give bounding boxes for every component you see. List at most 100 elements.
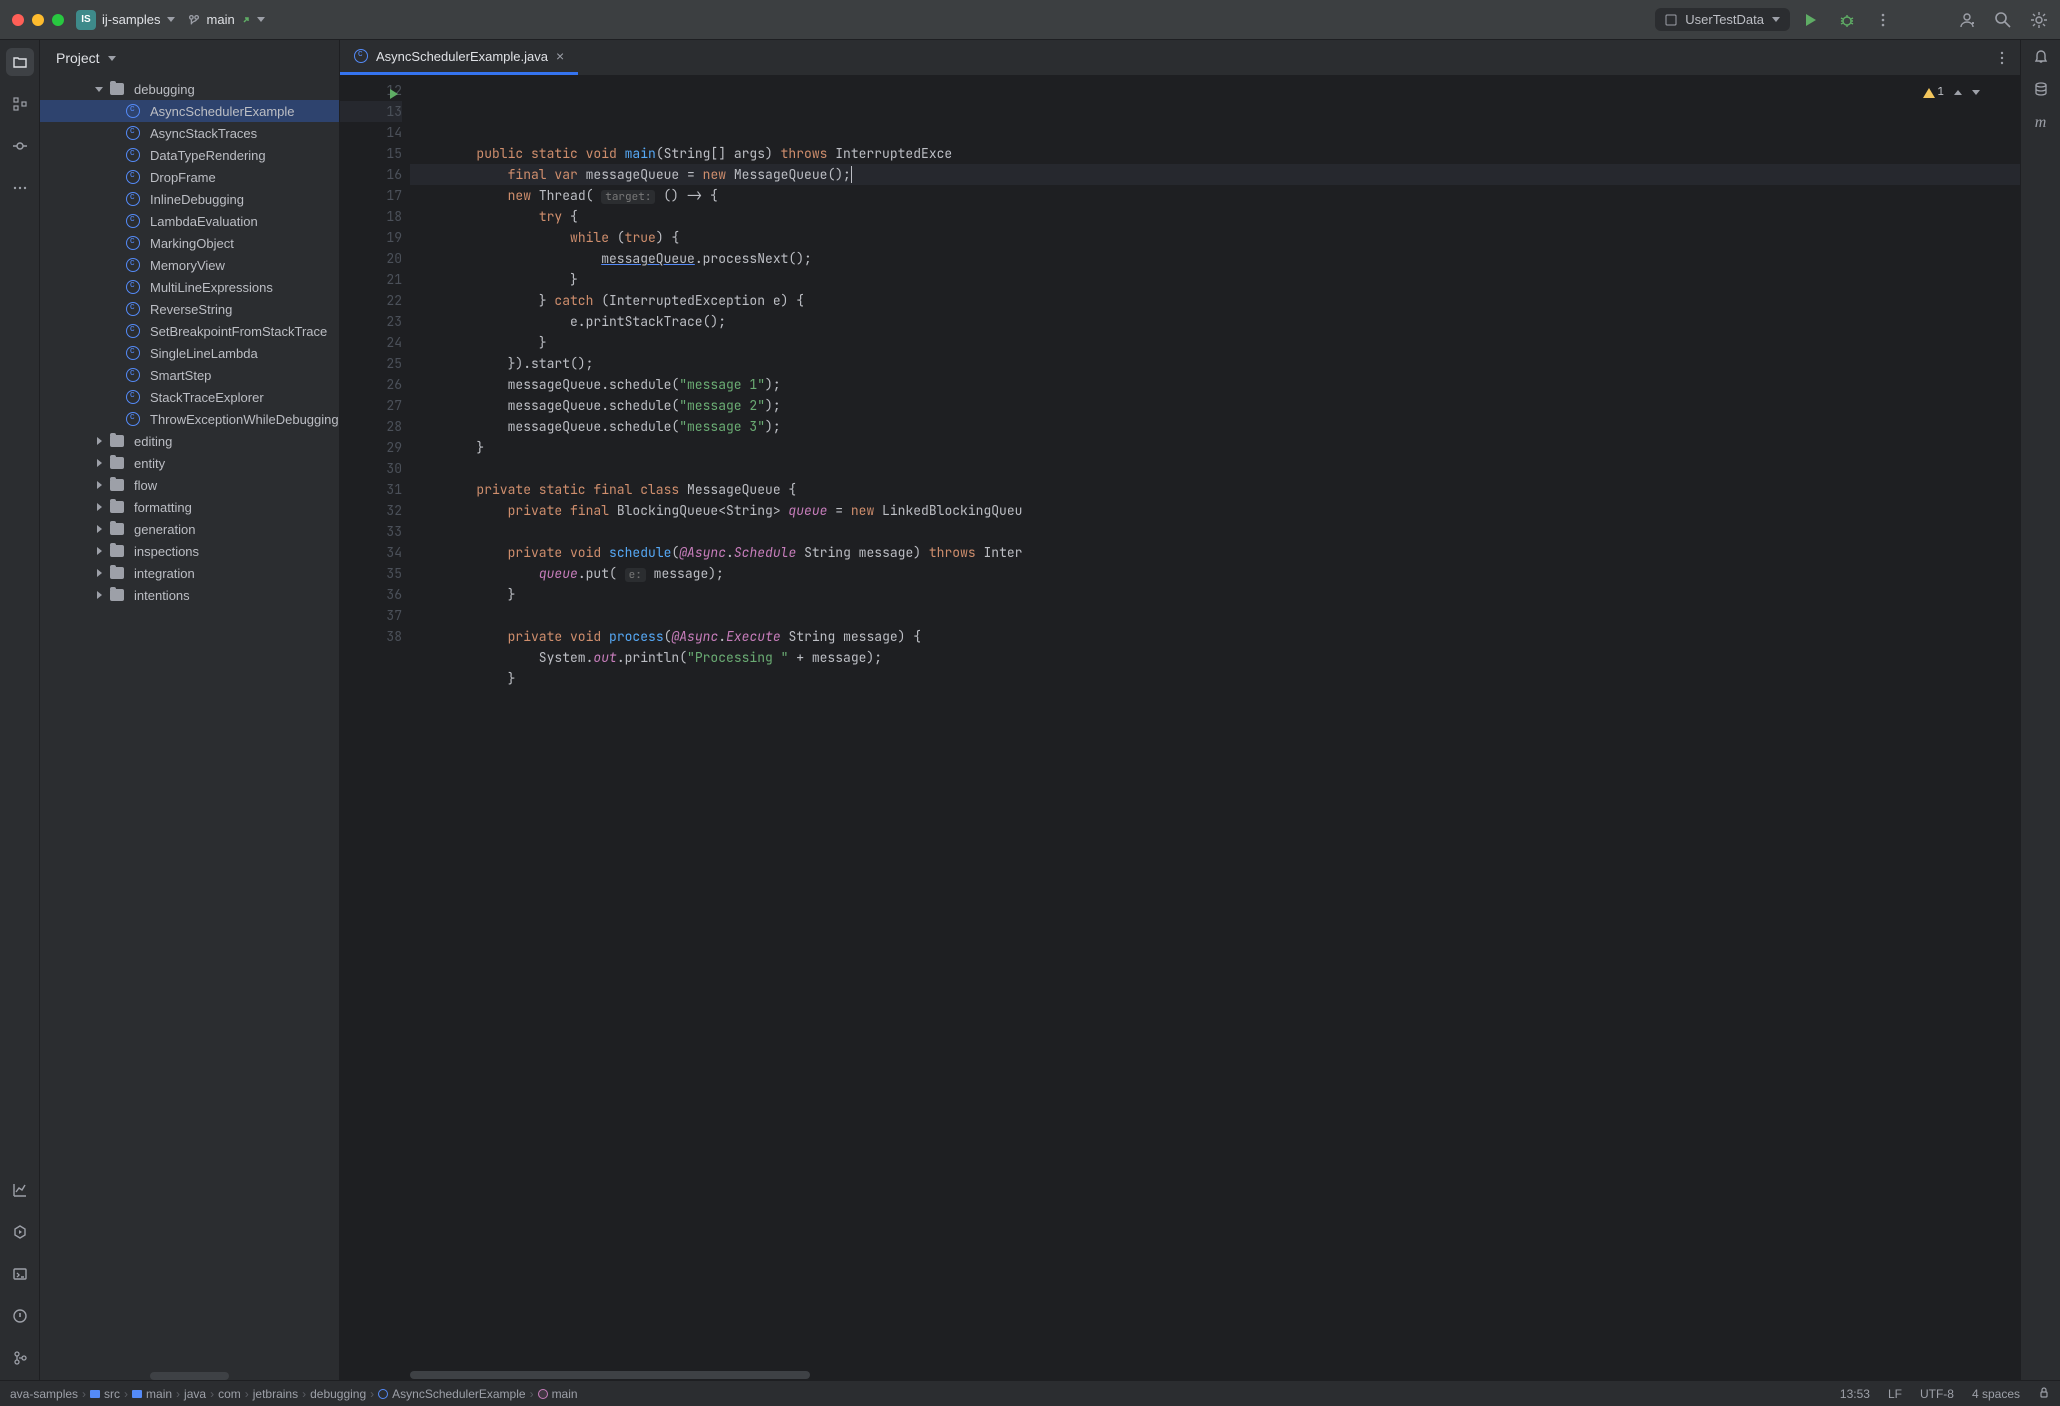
commit-tool-button[interactable]	[6, 132, 34, 160]
next-highlight-button[interactable]	[1972, 90, 1980, 95]
code-line[interactable]: private static final class MessageQueue …	[410, 479, 2020, 500]
code-line[interactable]	[410, 521, 2020, 542]
profiler-tool-button[interactable]	[6, 1176, 34, 1204]
maximize-window-button[interactable]	[52, 14, 64, 26]
code-line[interactable]: public static void main(String[] args) t…	[410, 143, 2020, 164]
code-editor[interactable]: 1213141516171819202122232425262728293031…	[340, 76, 2020, 1370]
tree-class-item[interactable]: InlineDebugging	[40, 188, 339, 210]
code-line[interactable]: private void schedule(@Async.Schedule St…	[410, 542, 2020, 563]
code-line[interactable]: final var messageQueue = new MessageQueu…	[410, 164, 2020, 185]
code-line[interactable]: }	[410, 437, 2020, 458]
services-tool-button[interactable]	[6, 1218, 34, 1246]
breadcrumb-item[interactable]: com	[218, 1387, 241, 1401]
code-line[interactable]: while (true) {	[410, 227, 2020, 248]
database-tool-button[interactable]	[2033, 81, 2049, 100]
line-gutter[interactable]: 1213141516171819202122232425262728293031…	[340, 76, 410, 1370]
tree-class-item[interactable]: MarkingObject	[40, 232, 339, 254]
project-panel-header[interactable]: Project	[40, 40, 339, 76]
close-tab-button[interactable]: ×	[556, 48, 564, 64]
code-line[interactable]: }	[410, 269, 2020, 290]
tree-folder-item[interactable]: formatting	[40, 496, 339, 518]
code-line[interactable]: private void process(@Async.Execute Stri…	[410, 626, 2020, 647]
tree-class-item[interactable]: SetBreakpointFromStackTrace	[40, 320, 339, 342]
settings-button[interactable]	[2030, 11, 2048, 29]
code-line[interactable]: }	[410, 584, 2020, 605]
code-line[interactable]: private final BlockingQueue<String> queu…	[410, 500, 2020, 521]
code-line[interactable]: messageQueue.schedule("message 3");	[410, 416, 2020, 437]
breadcrumb-item[interactable]: src	[90, 1387, 120, 1401]
code-line[interactable]: }	[410, 668, 2020, 689]
tree-class-item[interactable]: ReverseString	[40, 298, 339, 320]
breadcrumb-item[interactable]: main	[538, 1387, 578, 1401]
horizontal-scrollbar[interactable]	[150, 1372, 229, 1380]
tab-options-button[interactable]	[1984, 40, 2020, 75]
tree-class-item[interactable]: StackTraceExplorer	[40, 386, 339, 408]
debug-button[interactable]	[1838, 11, 1856, 29]
tree-folder-item[interactable]: generation	[40, 518, 339, 540]
code-line[interactable]: messageQueue.processNext();	[410, 248, 2020, 269]
editor-horizontal-scrollbar[interactable]	[340, 1370, 2020, 1380]
run-button[interactable]	[1802, 11, 1820, 29]
tree-folder-item[interactable]: inspections	[40, 540, 339, 562]
tree-class-item[interactable]: MultiLineExpressions	[40, 276, 339, 298]
breadcrumb-item[interactable]: java	[184, 1387, 206, 1401]
breadcrumb-item[interactable]: jetbrains	[253, 1387, 298, 1401]
breadcrumb-item[interactable]: AsyncSchedulerExample	[378, 1387, 525, 1401]
tree-folder-debugging[interactable]: debugging	[40, 78, 339, 100]
code-line[interactable]: }	[410, 332, 2020, 353]
tree-class-item[interactable]: DataTypeRendering	[40, 144, 339, 166]
inspection-widget[interactable]: 1	[1923, 82, 1980, 103]
breadcrumb-item[interactable]: main	[132, 1387, 172, 1401]
project-tool-button[interactable]	[6, 48, 34, 76]
tree-class-item[interactable]: ThrowExceptionWhileDebugging	[40, 408, 339, 430]
breadcrumb-item[interactable]: debugging	[310, 1387, 366, 1401]
vcs-tool-button[interactable]	[6, 1344, 34, 1372]
prev-highlight-button[interactable]	[1954, 90, 1962, 95]
project-selector[interactable]: IS ij-samples	[76, 10, 175, 30]
problems-tool-button[interactable]	[6, 1302, 34, 1330]
more-tool-button[interactable]	[6, 174, 34, 202]
file-encoding[interactable]: UTF-8	[1920, 1387, 1954, 1401]
code-line[interactable]: try {	[410, 206, 2020, 227]
code-line[interactable]: }).start();	[410, 353, 2020, 374]
code-line[interactable]	[410, 605, 2020, 626]
tree-folder-item[interactable]: intentions	[40, 584, 339, 606]
breadcrumbs[interactable]: ava-samples›src›main›java›com›jetbrains›…	[10, 1387, 578, 1401]
search-everywhere-button[interactable]	[1994, 11, 2012, 29]
tree-class-item[interactable]: AsyncSchedulerExample	[40, 100, 339, 122]
tree-folder-item[interactable]: integration	[40, 562, 339, 584]
tree-folder-item[interactable]: entity	[40, 452, 339, 474]
code-line[interactable]: new Thread( target: () -> {	[410, 185, 2020, 206]
code-line[interactable]: queue.put( e: message);	[410, 563, 2020, 584]
terminal-tool-button[interactable]	[6, 1260, 34, 1288]
breadcrumb-item[interactable]: ava-samples	[10, 1387, 78, 1401]
run-configuration-selector[interactable]: UserTestData	[1655, 8, 1790, 31]
code-line[interactable]	[410, 689, 2020, 710]
code-line[interactable]: System.out.println("Processing " + messa…	[410, 647, 2020, 668]
tree-class-item[interactable]: AsyncStackTraces	[40, 122, 339, 144]
run-gutter-icon[interactable]	[390, 89, 398, 99]
code-line[interactable]: messageQueue.schedule("message 1");	[410, 374, 2020, 395]
vcs-branch[interactable]: main	[187, 12, 265, 27]
close-window-button[interactable]	[12, 14, 24, 26]
tree-class-item[interactable]: SingleLineLambda	[40, 342, 339, 364]
tree-class-item[interactable]: DropFrame	[40, 166, 339, 188]
code-content[interactable]: 1 public static void main(String[] args)…	[410, 76, 2020, 1370]
code-with-me-button[interactable]	[1958, 11, 1976, 29]
tree-class-item[interactable]: SmartStep	[40, 364, 339, 386]
more-actions-button[interactable]	[1874, 11, 1892, 29]
tree-folder-item[interactable]: editing	[40, 430, 339, 452]
tree-class-item[interactable]: LambdaEvaluation	[40, 210, 339, 232]
tree-folder-item[interactable]: flow	[40, 474, 339, 496]
code-line[interactable]: messageQueue.schedule("message 2");	[410, 395, 2020, 416]
tree-class-item[interactable]: MemoryView	[40, 254, 339, 276]
caret-position[interactable]: 13:53	[1840, 1387, 1870, 1401]
code-line[interactable]: } catch (InterruptedException e) {	[410, 290, 2020, 311]
code-line[interactable]	[410, 458, 2020, 479]
indent-settings[interactable]: 4 spaces	[1972, 1387, 2020, 1401]
project-tree[interactable]: debuggingAsyncSchedulerExampleAsyncStack…	[40, 76, 339, 1368]
editor-tab[interactable]: AsyncSchedulerExample.java ×	[340, 40, 578, 75]
readonly-toggle[interactable]	[2038, 1386, 2050, 1401]
minimize-window-button[interactable]	[32, 14, 44, 26]
line-separator[interactable]: LF	[1888, 1387, 1902, 1401]
